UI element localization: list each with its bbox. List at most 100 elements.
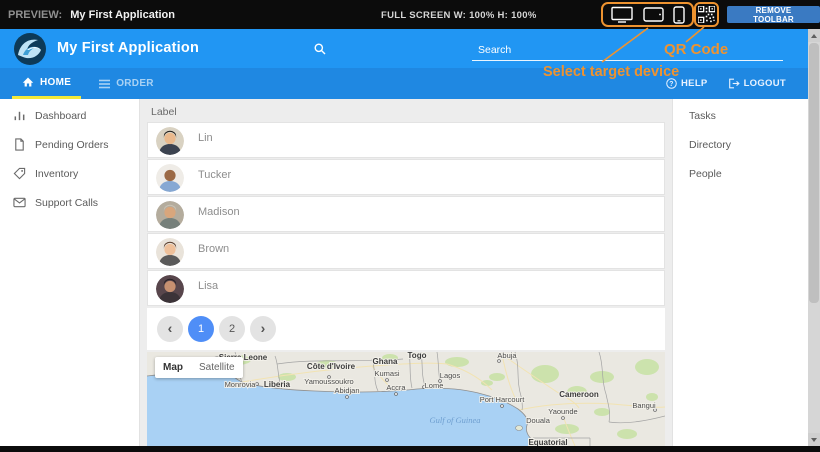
pagination-page-2[interactable]: 2 <box>219 316 245 342</box>
preview-label: PREVIEW: <box>8 9 62 21</box>
search-icon[interactable] <box>314 43 326 55</box>
map-city-dot <box>386 379 389 382</box>
sidebar-item-label: Dashboard <box>35 110 86 122</box>
pagination-page-1[interactable]: 1 <box>188 316 214 342</box>
sidebar-item-support-calls[interactable]: Support Calls <box>0 188 139 217</box>
help-icon: ? <box>666 78 677 89</box>
main-nav: HOME ORDER ? HELP <box>0 68 808 99</box>
list-icon <box>99 79 110 89</box>
scroll-down-icon <box>811 438 817 442</box>
map-city-dot <box>562 417 565 420</box>
map-label: Kumasi <box>374 369 399 378</box>
map-type-map-button[interactable]: Map <box>155 357 191 378</box>
map-label: Accra <box>386 383 406 392</box>
person-name: Lisa <box>198 280 218 292</box>
map-label: Bangui <box>632 401 656 410</box>
phone-device-icon[interactable] <box>673 6 685 24</box>
map-label: Liberia <box>264 380 291 389</box>
scroll-up-button[interactable] <box>808 29 820 42</box>
list-item[interactable]: Tucker <box>147 159 665 195</box>
avatar <box>156 127 184 155</box>
list-item[interactable]: Brown <box>147 233 665 269</box>
tab-order[interactable]: ORDER <box>89 68 164 99</box>
scrollbar-thumb[interactable] <box>809 43 819 303</box>
scroll-down-button[interactable] <box>808 433 820 446</box>
qr-code-button[interactable] <box>694 2 719 27</box>
person-name: Madison <box>198 206 240 218</box>
list-column-header: Label <box>147 103 665 121</box>
home-icon <box>22 76 34 88</box>
fullscreen-info: FULL SCREEN W: 100% H: 100% <box>381 10 537 21</box>
device-selector-group <box>601 2 694 27</box>
map-type-satellite-button[interactable]: Satellite <box>191 357 243 378</box>
app-preview-window: PREVIEW: My First Application FULL SCREE… <box>0 0 820 452</box>
app-logo-wave-icon <box>13 32 47 66</box>
tab-order-label: ORDER <box>116 78 154 89</box>
person-name: Tucker <box>198 169 231 181</box>
search-input[interactable]: Search <box>472 41 783 61</box>
main-content: Label Lin <box>147 99 665 446</box>
right-panel: Tasks Directory People <box>672 99 808 446</box>
map-label: Cameroon <box>559 390 599 399</box>
pagination-next-button[interactable]: › <box>250 316 276 342</box>
map-type-control: Map Satellite <box>155 357 243 378</box>
bottom-black-bar <box>0 446 820 452</box>
map-label: Gulf of Guinea <box>430 415 481 425</box>
sidebar-item-inventory[interactable]: Inventory <box>0 159 139 188</box>
right-panel-item-directory[interactable]: Directory <box>673 130 808 159</box>
logout-label: LOGOUT <box>744 78 786 89</box>
pagination: ‹ 1 2 › <box>147 308 665 350</box>
list-item[interactable]: Madison <box>147 196 665 232</box>
avatar <box>156 164 184 192</box>
tag-icon <box>13 167 26 180</box>
remove-toolbar-button[interactable]: REMOVE TOOLBAR <box>727 6 820 23</box>
list-item[interactable]: Lin <box>147 122 665 158</box>
avatar <box>156 275 184 303</box>
sidebar-item-label: Support Calls <box>35 197 98 209</box>
pagination-prev-button[interactable]: ‹ <box>157 316 183 342</box>
person-name: Brown <box>198 243 229 255</box>
scroll-up-icon <box>811 34 817 38</box>
map-label: Lagos <box>440 371 461 380</box>
map-label: Douala <box>526 416 551 425</box>
preview-toolbar: PREVIEW: My First Application FULL SCREE… <box>0 0 820 29</box>
tab-home[interactable]: HOME <box>12 68 81 99</box>
sidebar-item-pending-orders[interactable]: Pending Orders <box>0 130 139 159</box>
logout-icon <box>728 78 740 89</box>
map-label: Abidjan <box>334 386 359 395</box>
sidebar-item-label: Inventory <box>35 168 78 180</box>
right-panel-item-people[interactable]: People <box>673 159 808 188</box>
search-placeholder: Search <box>478 44 511 56</box>
nav-right-links: ? HELP LOGOUT <box>666 68 808 99</box>
logout-link[interactable]: LOGOUT <box>728 78 786 89</box>
left-sidebar: Dashboard Pending Orders Inventory Suppo… <box>0 99 140 446</box>
qr-code-icon <box>698 6 715 23</box>
help-label: HELP <box>681 78 708 89</box>
bar-chart-icon <box>13 109 26 122</box>
map-label: Abuja <box>497 352 517 360</box>
page-title: My First Application <box>57 40 199 56</box>
map-island <box>516 426 523 431</box>
map-label: Yaounde <box>548 407 577 416</box>
tab-home-label: HOME <box>40 77 71 88</box>
preview-title: PREVIEW: My First Application <box>8 9 175 21</box>
svg-text:?: ? <box>669 81 673 88</box>
map-label: Monrovia <box>225 380 257 389</box>
mail-icon <box>13 197 26 208</box>
app-header: My First Application Search <box>0 29 808 68</box>
list-item[interactable]: Lisa <box>147 270 665 306</box>
map-widget[interactable]: Map Satellite <box>147 352 665 446</box>
map-city-dot <box>395 393 398 396</box>
desktop-device-icon[interactable] <box>610 6 634 23</box>
map-city-dot <box>501 405 504 408</box>
vertical-scrollbar[interactable] <box>808 29 820 446</box>
tablet-device-icon[interactable] <box>643 7 664 22</box>
map-label: Port Harcourt <box>480 395 526 404</box>
sidebar-item-dashboard[interactable]: Dashboard <box>0 101 139 130</box>
map-city-dot <box>346 396 349 399</box>
map-label: Togo <box>408 352 427 360</box>
map-city-dot <box>256 383 259 386</box>
help-link[interactable]: ? HELP <box>666 78 708 89</box>
right-panel-item-tasks[interactable]: Tasks <box>673 101 808 130</box>
sidebar-item-label: Pending Orders <box>35 139 109 151</box>
